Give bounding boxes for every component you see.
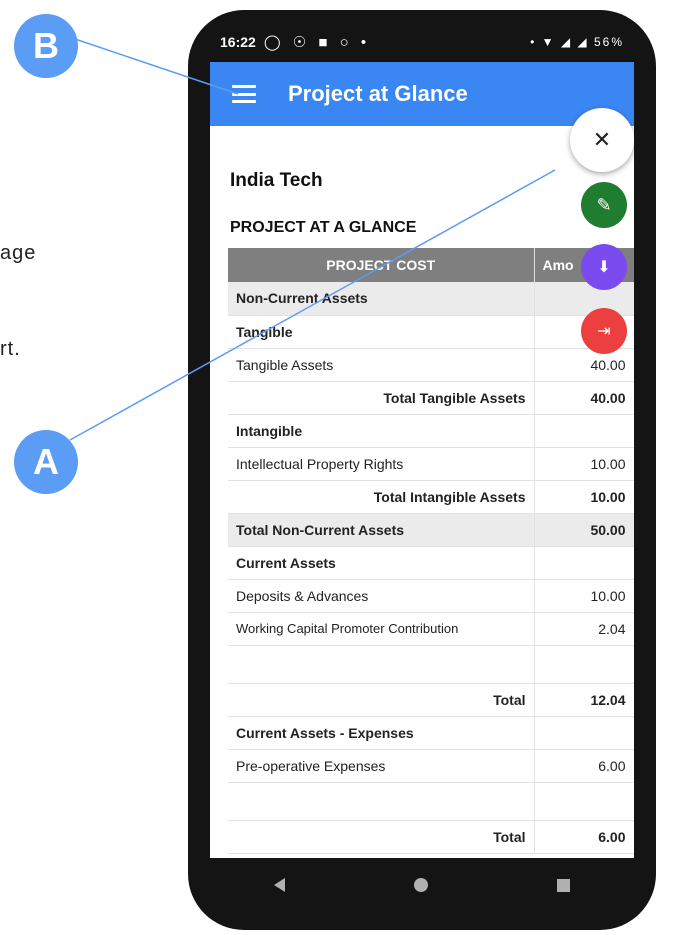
callout-a: A <box>14 430 78 494</box>
callout-b: B <box>14 14 78 78</box>
callout-lines <box>69 37 556 441</box>
callout-line-b <box>71 37 239 95</box>
callout-line-a <box>69 169 556 441</box>
